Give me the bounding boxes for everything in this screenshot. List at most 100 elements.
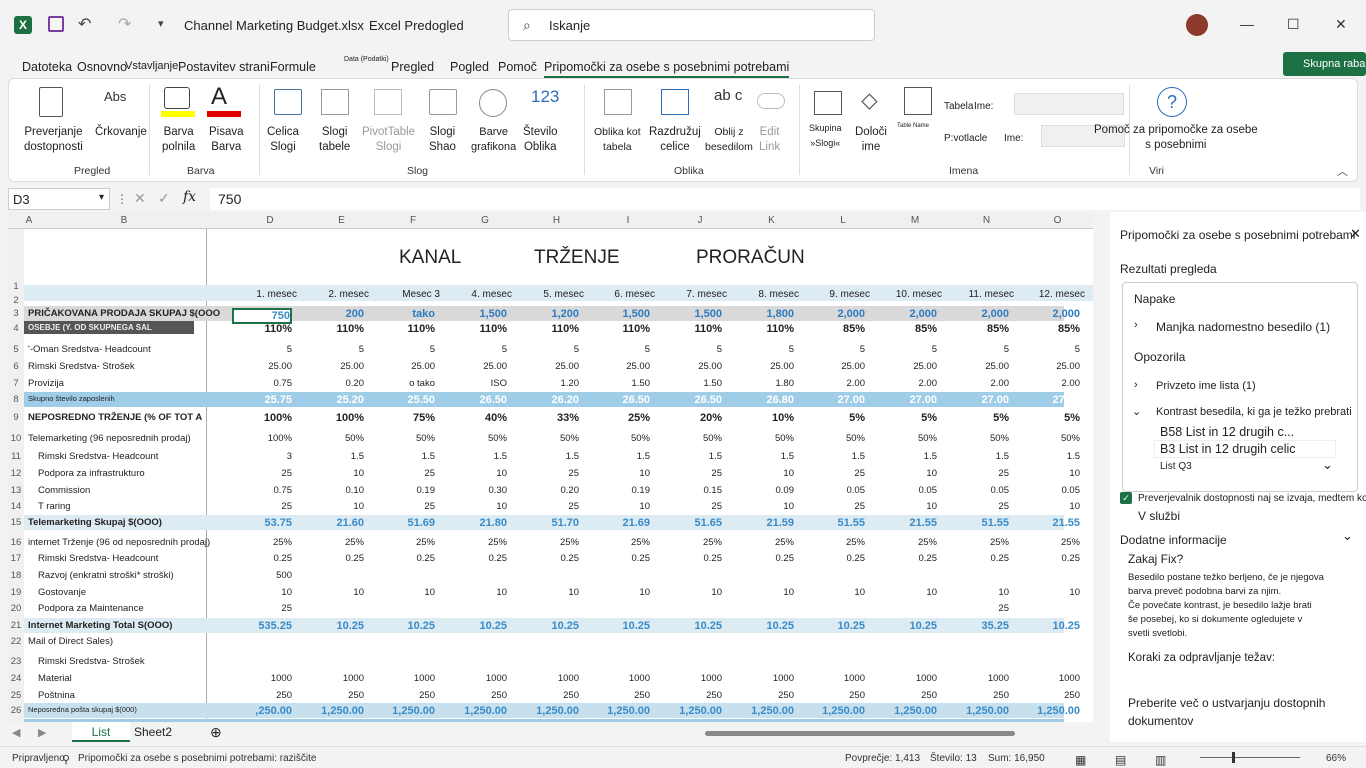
data-cell[interactable]: 0.30 xyxy=(447,485,508,496)
data-cell[interactable]: 0.25 xyxy=(304,553,365,564)
data-cell[interactable]: 0.75 xyxy=(232,485,293,496)
data-cell[interactable]: 10 xyxy=(447,468,507,479)
row-header[interactable]: 24 xyxy=(8,673,24,684)
save-icon[interactable] xyxy=(48,16,64,32)
row-label[interactable]: Rimski Sredstva- Strošek xyxy=(38,656,145,667)
shape-styles-button[interactable]: Slogi Shao xyxy=(429,125,456,155)
row-label[interactable]: Internet Marketing Total S(OOO) xyxy=(28,620,172,631)
data-cell[interactable]: 1,250.00 xyxy=(734,705,794,717)
data-cell[interactable]: 10.25 xyxy=(662,620,722,632)
data-cell[interactable]: 5 xyxy=(304,344,364,355)
data-cell[interactable]: 5% xyxy=(949,412,1009,424)
data-cell[interactable]: 2,000 xyxy=(949,308,1009,320)
column-header[interactable]: H xyxy=(521,215,592,226)
pivottable-styles-button[interactable]: PivotTable Slogi xyxy=(362,125,415,155)
data-cell[interactable]: 85% xyxy=(805,323,865,335)
column-header[interactable]: F xyxy=(377,215,449,226)
month-header[interactable]: 2. mesec xyxy=(301,289,369,300)
data-cell[interactable]: 25% xyxy=(375,537,435,548)
data-cell[interactable]: 1.5 xyxy=(662,451,722,462)
data-cell[interactable]: 250 xyxy=(949,690,1009,701)
data-cell[interactable]: 1,250.00 xyxy=(590,705,650,717)
data-cell[interactable]: 1,250.00 xyxy=(1020,705,1080,717)
data-cell[interactable]: 5 xyxy=(590,344,650,355)
data-cell[interactable]: 250 xyxy=(519,690,579,701)
data-cell[interactable]: 25 xyxy=(232,501,292,512)
tab-help[interactable]: Pomoč xyxy=(498,60,537,74)
data-cell[interactable]: 50% xyxy=(662,433,722,444)
data-cell[interactable]: 1,250.00 xyxy=(519,705,579,717)
data-cell[interactable]: 110% xyxy=(519,323,579,335)
data-cell[interactable]: 25 xyxy=(662,501,722,512)
zoom-slider[interactable] xyxy=(1200,757,1300,758)
data-cell[interactable]: 535.25 xyxy=(232,620,292,632)
data-cell[interactable]: 1.5 xyxy=(375,451,435,462)
sensitivity-label[interactable]: Excel Predogled xyxy=(369,18,464,33)
zoom-handle[interactable] xyxy=(1232,752,1235,763)
normal-view-icon[interactable]: ▦ xyxy=(1075,753,1086,767)
enter-icon[interactable]: ✓ xyxy=(158,190,170,207)
data-cell[interactable]: 10 xyxy=(1020,501,1080,512)
data-cell[interactable]: 0.25 xyxy=(519,553,580,564)
data-cell[interactable]: 250 xyxy=(1020,690,1080,701)
data-cell[interactable]: 10.25 xyxy=(519,620,579,632)
data-cell[interactable]: 1.80 xyxy=(734,378,795,389)
row-label[interactable]: OSEBJE (Y. OD SKUPNEGA SAL xyxy=(28,323,152,332)
data-cell[interactable]: 1.5 xyxy=(447,451,507,462)
row-label[interactable]: Rimski Sredstva- Headcount xyxy=(38,553,158,564)
data-cell[interactable]: 1,250.00 xyxy=(375,705,435,717)
page-layout-view-icon[interactable]: ▤ xyxy=(1115,753,1126,767)
data-cell[interactable]: 110% xyxy=(662,323,722,335)
row-header[interactable]: 16 xyxy=(8,537,24,548)
data-cell[interactable]: 21.69 xyxy=(590,517,650,529)
data-cell[interactable]: 26.20 xyxy=(519,394,579,406)
row-header[interactable]: 25 xyxy=(8,690,24,701)
data-cell[interactable]: 0.25 xyxy=(447,553,508,564)
data-cell[interactable]: 2.00 xyxy=(877,378,938,389)
row-header[interactable]: 12 xyxy=(8,468,24,479)
column-header[interactable]: B xyxy=(34,215,214,226)
data-cell[interactable]: 500 xyxy=(232,570,292,581)
month-header[interactable]: Mesec 3 xyxy=(372,289,440,300)
row-label[interactable]: Provizija xyxy=(28,378,64,389)
data-cell[interactable]: 50% xyxy=(590,433,650,444)
wrap-text-button[interactable]: Oblij z besedilom xyxy=(705,125,753,155)
chevron-right-icon[interactable]: › xyxy=(1134,319,1138,331)
data-cell[interactable]: 10.25 xyxy=(304,620,364,632)
cell-styles-button[interactable]: Celica Slogi xyxy=(267,125,299,155)
data-cell[interactable]: 53.75 xyxy=(232,517,292,529)
data-cell[interactable]: tako xyxy=(375,308,435,320)
row-header[interactable]: 5 xyxy=(8,344,24,355)
chart-colors-button[interactable]: Barve grafikona xyxy=(471,125,516,155)
data-cell[interactable]: 5 xyxy=(232,344,292,355)
number-format-button[interactable]: Število Oblika xyxy=(523,125,558,155)
data-cell[interactable]: 27.00 xyxy=(805,394,865,406)
data-cell[interactable]: 10.25 xyxy=(447,620,507,632)
format-as-table-button[interactable]: Oblika kot tabela xyxy=(594,125,641,155)
data-cell[interactable]: 10 xyxy=(447,587,507,598)
warning-subitem[interactable]: List Q3 xyxy=(1160,461,1192,472)
data-cell[interactable]: 1.5 xyxy=(304,451,364,462)
data-cell[interactable]: 21.60 xyxy=(304,517,364,529)
horizontal-scrollbar[interactable] xyxy=(705,731,1015,736)
data-cell[interactable]: ISO xyxy=(447,378,507,389)
row-header[interactable]: 20 xyxy=(8,603,24,614)
column-header[interactable]: I xyxy=(592,215,664,226)
close-pane-icon[interactable]: ✕ xyxy=(1350,226,1361,242)
data-cell[interactable]: 0.15 xyxy=(662,485,723,496)
data-cell[interactable]: 25% xyxy=(662,537,722,548)
data-cell[interactable]: 1000 xyxy=(662,673,722,684)
data-cell[interactable]: 25.20 xyxy=(304,394,364,406)
data-cell[interactable]: 1000 xyxy=(375,673,435,684)
data-cell[interactable]: 10 xyxy=(590,501,650,512)
data-cell[interactable]: 50% xyxy=(1020,433,1080,444)
data-cell[interactable]: 0.25 xyxy=(734,553,795,564)
data-cell[interactable]: 25.00 xyxy=(519,361,579,372)
data-cell[interactable]: 1.5 xyxy=(949,451,1009,462)
data-cell[interactable]: 0.25 xyxy=(949,553,1010,564)
data-cell[interactable]: 0.25 xyxy=(662,553,723,564)
row-header[interactable]: 19 xyxy=(8,587,24,598)
row-label[interactable]: NEPOSREDNO TRŽENJE (% OF TOT A xyxy=(28,412,202,423)
data-cell[interactable]: 10 xyxy=(662,587,722,598)
data-cell[interactable]: 5% xyxy=(1020,412,1080,424)
